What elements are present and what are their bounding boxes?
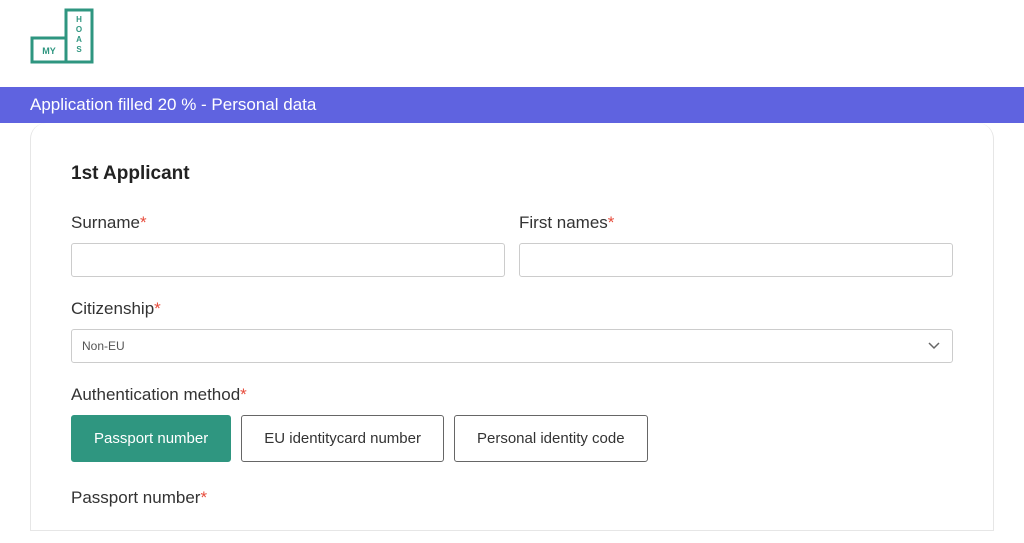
svg-text:S: S [76,45,82,54]
firstnames-label: First names* [519,213,953,233]
progress-banner: Application filled 20 % - Personal data [0,87,1024,123]
auth-option-eu-id[interactable]: EU identitycard number [241,415,444,462]
svg-text:A: A [76,35,82,44]
surname-input[interactable] [71,243,505,277]
citizenship-select[interactable]: Non-EU [71,329,953,363]
passport-number-label: Passport number* [71,488,953,508]
surname-label: Surname* [71,213,505,233]
required-asterisk: * [200,488,207,507]
form-card: 1st Applicant Surname* First names* Citi… [30,123,994,531]
firstnames-input[interactable] [519,243,953,277]
header: MY H O A S [0,0,1024,87]
progress-text: Application filled 20 % - Personal data [30,95,316,114]
svg-text:O: O [76,25,82,34]
required-asterisk: * [240,385,247,404]
surname-field: Surname* [71,213,505,277]
auth-method-options: Passport number EU identitycard number P… [71,415,953,462]
passport-number-field: Passport number* [71,488,953,508]
auth-method-label: Authentication method* [71,385,953,405]
firstnames-field: First names* [519,213,953,277]
svg-text:H: H [76,15,82,24]
logo-my-text: MY [42,46,56,56]
required-asterisk: * [154,299,161,318]
citizenship-label: Citizenship* [71,299,953,319]
auth-method-field: Authentication method* Passport number E… [71,385,953,462]
auth-option-pic[interactable]: Personal identity code [454,415,648,462]
section-title: 1st Applicant [71,163,953,185]
required-asterisk: * [140,213,147,232]
required-asterisk: * [608,213,615,232]
citizenship-field: Citizenship* Non-EU [71,299,953,363]
auth-option-passport[interactable]: Passport number [71,415,231,462]
logo: MY H O A S [30,8,94,69]
